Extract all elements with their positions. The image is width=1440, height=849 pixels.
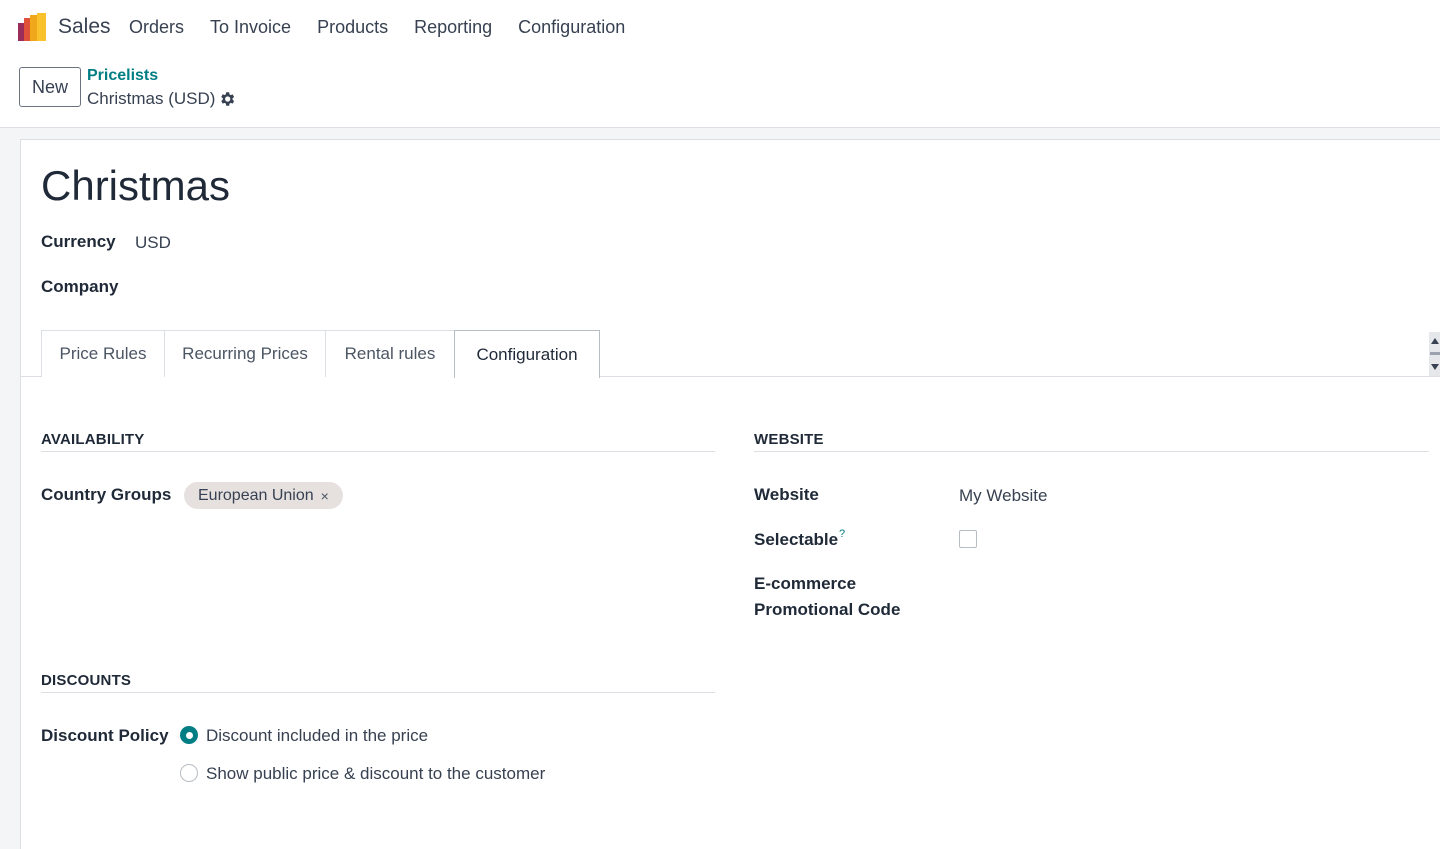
selectable-checkbox[interactable]: [959, 530, 977, 548]
record-title[interactable]: Christmas: [41, 162, 230, 210]
sales-app-logo-icon[interactable]: [18, 13, 48, 43]
notebook-tabs: Price Rules Recurring Prices Rental rule…: [21, 330, 1440, 378]
radio-show-public-price[interactable]: [180, 764, 198, 782]
new-button[interactable]: New: [19, 67, 81, 107]
control-panel: New Pricelists Christmas (USD): [0, 56, 1440, 128]
country-groups-label: Country Groups: [41, 485, 172, 504]
breadcrumb-pricelists-link[interactable]: Pricelists: [87, 67, 158, 85]
gear-icon[interactable]: [218, 90, 236, 108]
country-group-tag-label: European Union: [198, 486, 314, 504]
radio-discount-included-label[interactable]: Discount included in the price: [206, 726, 428, 746]
selectable-label: Selectable: [754, 530, 839, 549]
currency-value[interactable]: USD: [135, 233, 171, 253]
availability-divider: [41, 451, 715, 452]
app-name[interactable]: Sales: [58, 15, 111, 39]
selectable-help-icon[interactable]: ?: [839, 528, 845, 540]
discount-policy-label: Discount Policy: [41, 726, 169, 745]
promo-code-label-line2: Promotional Code: [754, 600, 901, 619]
main-menu: Orders To Invoice Products Reporting Con…: [129, 17, 651, 38]
menu-item-reporting[interactable]: Reporting: [414, 17, 492, 38]
website-label: Website: [754, 485, 819, 504]
tab-configuration[interactable]: Configuration: [454, 330, 600, 378]
menu-item-products[interactable]: Products: [317, 17, 388, 38]
website-value[interactable]: My Website: [959, 486, 1048, 506]
tab-recurring-prices[interactable]: Recurring Prices: [164, 330, 326, 377]
promo-code-label-line1: E-commerce: [754, 574, 857, 593]
menu-item-to-invoice[interactable]: To Invoice: [210, 17, 291, 38]
discounts-divider: [41, 692, 715, 693]
radio-show-public-price-label[interactable]: Show public price & discount to the cust…: [206, 764, 545, 784]
company-label: Company: [41, 277, 119, 296]
tab-price-rules[interactable]: Price Rules: [41, 330, 165, 377]
country-group-tag[interactable]: European Union ×: [184, 482, 343, 509]
radio-discount-included[interactable]: [180, 726, 198, 744]
website-divider: [754, 451, 1429, 452]
currency-label: Currency: [41, 232, 116, 251]
website-section-title: WEBSITE: [754, 431, 824, 448]
tag-remove-icon[interactable]: ×: [321, 488, 329, 504]
tab-rental-rules[interactable]: Rental rules: [325, 330, 455, 377]
breadcrumb-current: Christmas (USD): [87, 89, 216, 108]
menu-item-configuration[interactable]: Configuration: [518, 17, 625, 38]
top-navbar: Sales Orders To Invoice Products Reporti…: [0, 0, 1440, 56]
availability-section-title: AVAILABILITY: [41, 431, 145, 448]
discounts-section-title: DISCOUNTS: [41, 672, 132, 689]
form-sheet: Christmas Currency USD Company Price Rul…: [20, 139, 1440, 849]
menu-item-orders[interactable]: Orders: [129, 17, 184, 38]
tab-scroll-arrows-icon[interactable]: [1427, 332, 1440, 376]
